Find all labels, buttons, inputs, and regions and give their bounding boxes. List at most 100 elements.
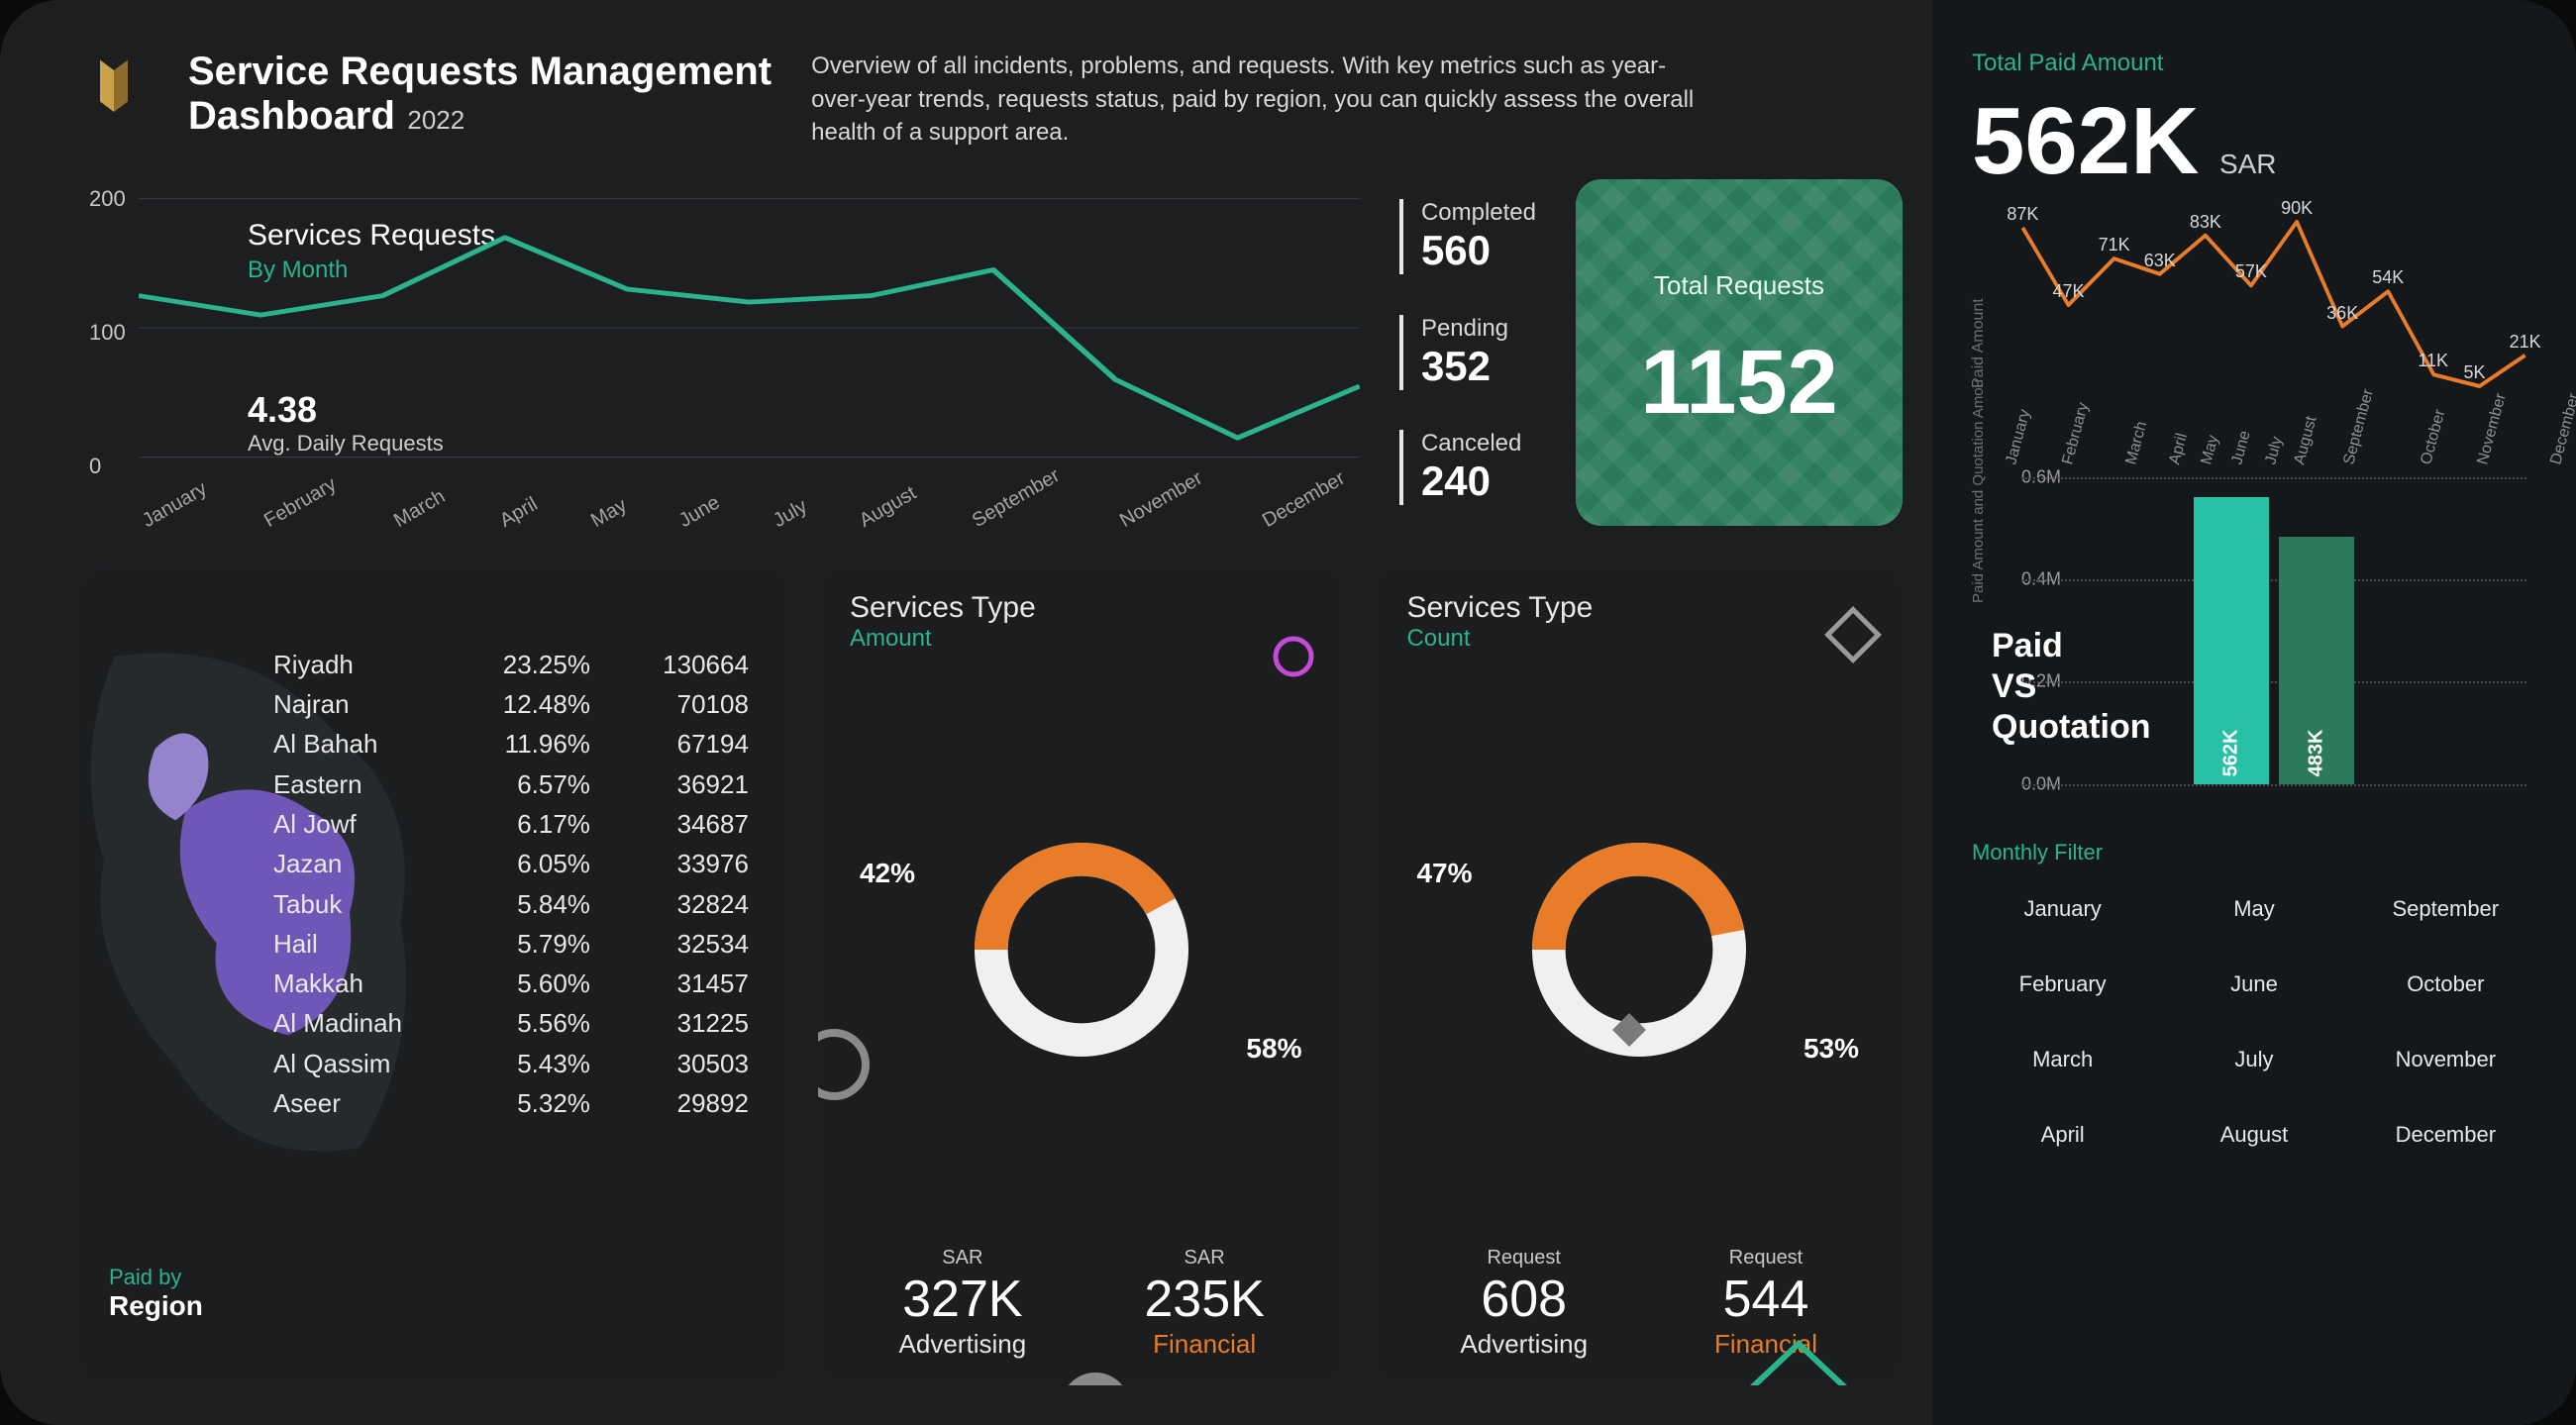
region-value: 32534 (630, 924, 749, 964)
region-name: Hail (273, 924, 442, 964)
region-pct: 5.32% (481, 1083, 590, 1123)
region-value: 29892 (630, 1083, 749, 1123)
status-value: 352 (1421, 343, 1536, 390)
donut-pct-advertising: 53% (1803, 1033, 1859, 1065)
region-name: Eastern (273, 764, 442, 804)
semicircle-icon (1061, 1364, 1130, 1385)
donut-col-advertising: SAR 327K Advertising (899, 1247, 1027, 1360)
region-pct: 23.25% (481, 645, 590, 684)
month-filter-january[interactable]: January (1972, 879, 2153, 939)
month-filter-february[interactable]: February (1972, 955, 2153, 1014)
donut-col-financial: SAR 235K Financial (1144, 1247, 1264, 1360)
donut-name: Financial (1144, 1329, 1264, 1360)
header: Service Requests Management Dashboard 20… (79, 50, 1903, 150)
region-table: Riyadh 23.25% 130664Najran12.48%70108Al Ba… (273, 645, 749, 1124)
spark-value-label: 21K (2510, 332, 2541, 353)
region-value: 130664 (630, 645, 749, 684)
month-filter-april[interactable]: April (1972, 1105, 2153, 1165)
card-subtitle: Count (1406, 625, 1871, 653)
region-name: Jazan (273, 844, 442, 883)
donut-pct-financial: 47% (1416, 858, 1472, 889)
region-name: Al Bahah (273, 724, 442, 763)
region-row[interactable]: Al Madinah5.56%31225 (273, 1003, 749, 1043)
region-row[interactable]: Najran12.48%70108 (273, 684, 749, 724)
x-tick: August (856, 482, 920, 533)
right-sidebar: Total Paid Amount 562K SAR Paid Amount 8… (1932, 0, 2576, 1425)
brand-logo-icon (79, 50, 149, 119)
donut-value: 608 (1460, 1270, 1588, 1329)
total-paid-value: 562K (1972, 87, 2200, 196)
spark-value-label: 57K (2235, 261, 2267, 282)
region-row[interactable]: Tabuk5.84%32824 (273, 884, 749, 924)
month-filter-december[interactable]: December (2355, 1105, 2536, 1165)
services-amount-card[interactable]: Services Type Amount 42% 58% SAR 32 (818, 565, 1346, 1385)
month-filter-may[interactable]: May (2163, 879, 2344, 939)
status-canceled[interactable]: Canceled 240 (1399, 430, 1536, 505)
card-title: Services Type (850, 591, 1314, 625)
region-name: Tabuk (273, 884, 442, 924)
region-value: 70108 (630, 684, 749, 724)
donut-col-advertising: Request 608 Advertising (1460, 1247, 1588, 1360)
total-paid-amount: 562K SAR (1972, 87, 2536, 196)
region-row[interactable]: Hail5.79%32534 (273, 924, 749, 964)
x-tick: December (1259, 467, 1349, 533)
region-pct: 6.17% (481, 804, 590, 844)
region-row[interactable]: Al Bahah11.96%67194 (273, 724, 749, 763)
title-block: Service Requests Management Dashboard 20… (188, 50, 772, 139)
spark-value-label: 63K (2144, 251, 2176, 271)
pvq-bar-label: 483K (2306, 730, 2328, 777)
map-caption-2: Region (109, 1290, 203, 1322)
region-row[interactable]: Eastern 6.57% 36921 (273, 764, 749, 804)
overview-text: Overview of all incidents, problems, and… (811, 50, 1702, 150)
region-row[interactable]: Al Qassim5.43%30503 (273, 1044, 749, 1083)
status-value: 240 (1421, 458, 1536, 505)
total-paid-label: Total Paid Amount (1972, 50, 2536, 77)
spark-x-tick: January (2003, 408, 2034, 467)
total-requests-value: 1152 (1640, 331, 1838, 435)
region-row[interactable]: Makkah5.60%31457 (273, 964, 749, 1003)
total-requests-card[interactable]: Total Requests 1152 (1576, 179, 1903, 526)
region-value: 36921 (630, 764, 749, 804)
month-filter-october[interactable]: October (2355, 955, 2536, 1014)
status-pending[interactable]: Pending 352 (1399, 315, 1536, 390)
region-row[interactable]: Jazan6.05%33976 (273, 844, 749, 883)
region-value: 30503 (630, 1044, 749, 1083)
status-completed[interactable]: Completed 560 (1399, 199, 1536, 274)
status-column: Completed 560 Pending 352 Canceled 240 (1390, 179, 1546, 526)
region-row[interactable]: Aseer 5.32% 29892 (273, 1083, 749, 1123)
x-tick: July (770, 495, 811, 533)
spark-x-tick: October (2418, 408, 2449, 467)
region-map-card[interactable]: Paid by Region Riyadh23.25%130664Najran1… (79, 565, 788, 1385)
month-filter-august[interactable]: August (2163, 1105, 2344, 1165)
services-count-card[interactable]: Services Type Count 47% 53% Request (1375, 565, 1903, 1385)
region-pct: 11.96% (481, 724, 590, 763)
month-filter-june[interactable]: June (2163, 955, 2344, 1014)
region-row[interactable]: Al Jowf6.17%34687 (273, 804, 749, 844)
month-filter-september[interactable]: September (2355, 879, 2536, 939)
total-paid-unit: SAR (2219, 149, 2277, 179)
region-name: Riyadh (273, 645, 442, 684)
region-row[interactable]: Riyadh 23.25% 130664 (273, 645, 749, 684)
donut-pct-financial: 42% (860, 858, 915, 889)
month-filter-november[interactable]: November (2355, 1030, 2536, 1089)
donut-unit: SAR (1144, 1247, 1264, 1270)
donut-value: 235K (1144, 1270, 1264, 1329)
pvq-bar-label: 562K (2220, 730, 2243, 777)
month-filter-march[interactable]: March (1972, 1030, 2153, 1089)
spark-yaxis-label: Paid Amount (1970, 298, 1988, 388)
month-filter-july[interactable]: July (2163, 1030, 2344, 1089)
region-pct: 6.57% (481, 764, 590, 804)
status-label: Canceled (1421, 430, 1536, 458)
region-name: Al Qassim (273, 1044, 442, 1083)
x-tick: March (390, 485, 450, 533)
spark-x-tick: May (2199, 433, 2223, 466)
x-tick: May (587, 494, 631, 533)
requests-line-chart: 200 100 0 Services Requests By Month 4.3… (79, 189, 1360, 526)
paid-vs-quotation-chart[interactable]: Paid Amount and Quotation Amou 0.0M 0.2M… (1972, 477, 2536, 814)
bottom-row: Paid by Region Riyadh23.25%130664Najran1… (79, 565, 1903, 1385)
paid-amount-sparkline[interactable]: Paid Amount 87K47K71K63K83K57K90K36K54K1… (1972, 210, 2536, 467)
region-name: Najran (273, 684, 442, 724)
requests-line-chart-card[interactable]: 200 100 0 Services Requests By Month 4.3… (79, 179, 1360, 526)
region-name: Aseer (273, 1083, 442, 1123)
spark-x-tick: September (2340, 387, 2378, 466)
